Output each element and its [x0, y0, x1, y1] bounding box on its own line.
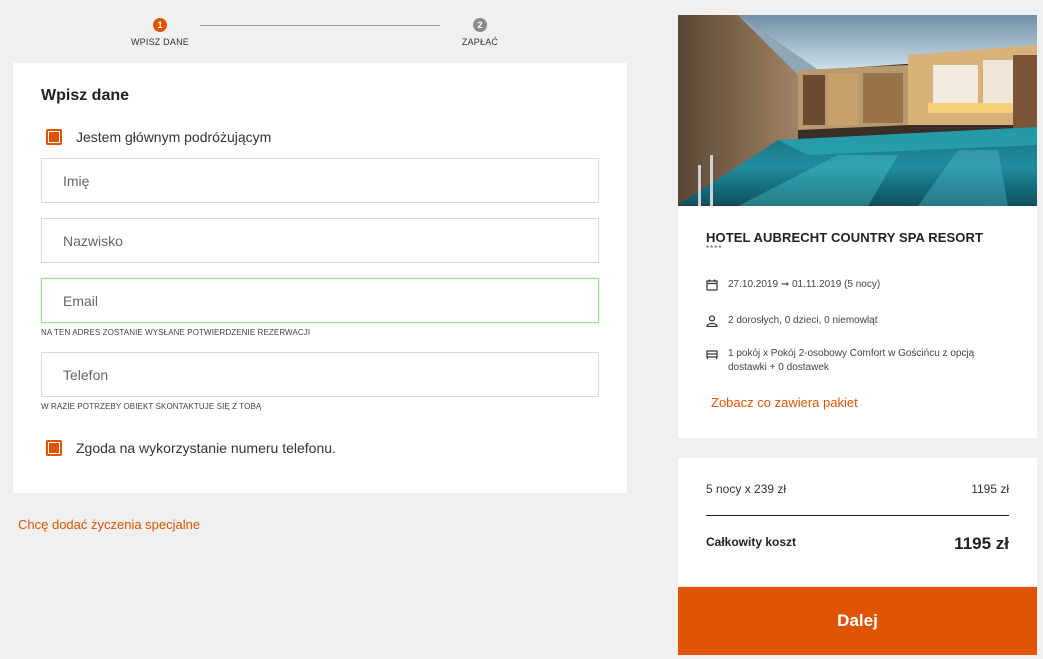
hotel-summary-card: HOTEL AUBRECHT COUNTRY SPA RESORT **** 2… — [678, 15, 1037, 438]
last-name-input[interactable] — [41, 218, 599, 263]
step-number-2: 2 — [473, 18, 487, 32]
main-traveler-row[interactable]: Jestem głównym podróżującym — [46, 129, 271, 145]
total-cost-label: Całkowity koszt — [706, 535, 797, 549]
step-label-1: WPISZ DANE — [130, 37, 189, 47]
nights-price-row: 5 nocy x 239 zł 1195 zł — [706, 482, 1009, 496]
step-pay: 2 ZAPŁAĆ — [430, 18, 530, 47]
phone-consent-checkbox[interactable] — [46, 440, 62, 456]
email-hint: NA TEN ADRES ZOSTANIE WYSŁANE POTWIERDZE… — [41, 328, 311, 337]
hotel-photo — [678, 15, 1037, 206]
hotel-stars: **** — [706, 244, 723, 253]
main-traveler-label: Jestem głównym podróżującym — [76, 129, 272, 145]
guests-info: 2 dorosłych, 0 dzieci, 0 niemowląt — [728, 315, 878, 326]
phone-consent-row[interactable]: Zgoda na wykorzystanie numeru telefonu. — [46, 440, 336, 456]
phone-consent-label: Zgoda na wykorzystanie numeru telefonu. — [76, 440, 336, 456]
stay-dates: 27.10.2019 ➞ 01.11.2019 (5 nocy) — [728, 279, 881, 290]
nights-value: 1195 zł — [971, 482, 1009, 496]
form-title: Wpisz dane — [41, 87, 130, 104]
room-row: 1 pokój x Pokój 2-osobowy Comfort w Gośc… — [706, 347, 988, 375]
hotel-name: HOTEL AUBRECHT COUNTRY SPA RESORT — [706, 230, 984, 245]
next-button[interactable]: Dalej — [678, 587, 1037, 655]
step-number-1: 1 — [153, 18, 167, 32]
guests-row: 2 dorosłych, 0 dzieci, 0 niemowląt — [706, 314, 988, 328]
first-name-input[interactable] — [41, 158, 599, 203]
step-label-2: ZAPŁAĆ — [461, 37, 499, 47]
phone-hint: W RAZIE POTRZEBY OBIEKT SKONTAKTUJE SIĘ … — [41, 402, 262, 411]
calendar-icon — [706, 279, 718, 291]
step-enter-data: 1 WPISZ DANE — [110, 18, 210, 47]
room-info: 1 pokój x Pokój 2-osobowy Comfort w Gośc… — [728, 348, 975, 373]
email-input[interactable] — [41, 278, 599, 323]
stay-dates-row: 27.10.2019 ➞ 01.11.2019 (5 nocy) — [706, 278, 988, 292]
special-requests-link[interactable]: Chcę dodać życzenia specjalne — [18, 517, 200, 532]
price-summary-card: 5 nocy x 239 zł 1195 zł Całkowity koszt … — [678, 458, 1037, 586]
traveler-form-card: Wpisz dane Jestem głównym podróżującym N… — [13, 63, 627, 493]
phone-input[interactable] — [41, 352, 599, 397]
main-traveler-checkbox[interactable] — [46, 129, 62, 145]
nights-label: 5 nocy x 239 zł — [706, 482, 787, 496]
total-cost-value: 1195 zł — [954, 534, 1009, 553]
progress-stepper: 1 WPISZ DANE 2 ZAPŁAĆ — [110, 18, 530, 54]
price-divider — [706, 515, 1009, 516]
stepper-line — [200, 25, 440, 26]
bed-icon — [706, 350, 718, 359]
package-details-link[interactable]: Zobacz co zawiera pakiet — [711, 395, 858, 410]
person-icon — [706, 315, 718, 327]
